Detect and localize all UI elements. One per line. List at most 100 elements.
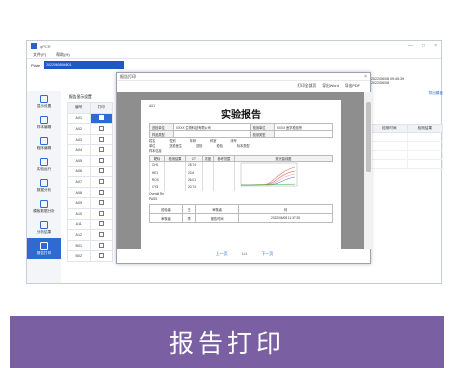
well-row[interactable]: B01 bbox=[67, 239, 113, 252]
plate-barcode-field[interactable]: 2022060894601 bbox=[44, 61, 125, 69]
print-checkbox[interactable] bbox=[98, 157, 104, 163]
well-row[interactable]: A10 bbox=[67, 207, 113, 220]
amplification-curve-icon bbox=[240, 162, 298, 187]
sidebar-item-label: 实验运行 bbox=[36, 166, 52, 171]
well-row[interactable]: A04 bbox=[67, 144, 113, 156]
print-checkbox[interactable] bbox=[98, 125, 104, 131]
sidebar-item-label: 样本编辑 bbox=[36, 124, 52, 129]
print-checkbox[interactable] bbox=[98, 210, 104, 216]
info-value bbox=[173, 130, 251, 138]
prev-page-link[interactable]: 上一页 bbox=[216, 251, 228, 257]
menu-bar: 文件(F) 帮助(H) bbox=[27, 51, 441, 59]
print-checkbox[interactable] bbox=[98, 178, 104, 184]
print-checkbox[interactable] bbox=[98, 147, 104, 153]
preview-scrollbar[interactable] bbox=[364, 92, 372, 249]
info-label: 样品类型 bbox=[149, 130, 174, 138]
result-cell bbox=[406, 132, 443, 142]
info-value: XXXX 医学检验所 bbox=[273, 123, 334, 131]
well-row[interactable]: A05 bbox=[67, 154, 113, 167]
print-all-button[interactable]: 打印全部页 bbox=[297, 84, 316, 89]
well-row[interactable]: A07 bbox=[67, 176, 113, 188]
page-indicator: 1/1 bbox=[241, 251, 248, 256]
sidebar-item[interactable]: 程序编辑 bbox=[27, 133, 61, 154]
print-checkbox[interactable] bbox=[98, 253, 104, 259]
app-logo-icon bbox=[31, 43, 37, 49]
results-cell: 26.01 bbox=[185, 176, 203, 184]
well-print-cell bbox=[89, 144, 113, 156]
well-row[interactable]: B02 bbox=[67, 250, 113, 262]
close-icon[interactable]: × bbox=[434, 43, 437, 49]
export-pdf-button[interactable]: 导出PDF bbox=[345, 84, 360, 89]
info-label: 检测单位 bbox=[249, 123, 275, 131]
info-label: 检测类型 bbox=[249, 130, 275, 138]
well-id: A09 bbox=[67, 197, 91, 209]
well-row[interactable]: A08 bbox=[67, 186, 113, 199]
well-id: A11 bbox=[67, 218, 91, 231]
sidebar-item[interactable]: 样本编辑 bbox=[27, 112, 61, 133]
well-row[interactable]: A03 bbox=[67, 133, 113, 146]
print-checkbox[interactable] bbox=[98, 242, 104, 248]
well-print-cell bbox=[89, 112, 113, 125]
results-cell bbox=[164, 168, 186, 177]
export-word-button[interactable]: 导出Word bbox=[322, 84, 339, 89]
print-checkbox[interactable] bbox=[98, 168, 104, 174]
report-title: 实验报告 bbox=[221, 110, 261, 121]
next-page-link[interactable]: 下一页 bbox=[261, 251, 273, 257]
sidebar-item-icon bbox=[40, 157, 48, 166]
sidebar-item-icon bbox=[40, 220, 48, 229]
screenshot-stage: qPCR — □ × 文件(F) 帮助(H) Plate 20220608946… bbox=[0, 0, 454, 368]
well-id: B02 bbox=[67, 250, 91, 262]
well-id: A02 bbox=[67, 123, 91, 135]
document-preview[interactable]: A01 实验报告 送检单位 XXXX 生物科技有限公司 检测单位 XXXX 医学… bbox=[117, 92, 364, 249]
signature-table: 检验者 王 审核者 何 审核者 李 报告时间 2022/06/08 11:37:… bbox=[148, 204, 333, 223]
menu-file[interactable]: 文件(F) bbox=[33, 52, 46, 58]
report-info-table: 送检单位 XXXX 生物科技有限公司 检测单位 XXXX 医学检验所 样品类型 … bbox=[149, 123, 334, 138]
well-row[interactable]: A06 bbox=[67, 165, 113, 178]
sidebar-item[interactable]: 报告打印 bbox=[27, 238, 61, 259]
maximize-icon[interactable]: □ bbox=[422, 43, 425, 49]
dialog-title-bar: 报告打印 × bbox=[117, 73, 370, 81]
print-checkbox[interactable] bbox=[98, 115, 104, 121]
menu-help[interactable]: 帮助(H) bbox=[56, 52, 70, 58]
well-row[interactable]: A02 bbox=[67, 123, 113, 135]
print-checkbox[interactable] bbox=[98, 231, 104, 237]
fluorescence-curve bbox=[233, 161, 333, 191]
well-id: B01 bbox=[67, 239, 91, 252]
well-print-cell bbox=[89, 133, 113, 146]
sidebar: 显示设置样本编辑程序编辑实验运行数据分析 模板数据分析 分析结果 报告打印 bbox=[27, 91, 61, 283]
minimize-icon[interactable]: — bbox=[408, 43, 413, 49]
sample-info-heading: 样本信息 bbox=[149, 149, 162, 153]
title-bar: qPCR — □ × bbox=[27, 41, 441, 51]
well-row[interactable]: A09 bbox=[67, 197, 113, 209]
sidebar-item[interactable]: 显示设置 bbox=[27, 91, 61, 112]
sidebar-item[interactable]: 数据分析 bbox=[27, 175, 61, 196]
well-id: A07 bbox=[67, 176, 91, 188]
print-checkbox[interactable] bbox=[98, 200, 104, 206]
results-cell: CY5 bbox=[148, 183, 165, 191]
well-table: 编号 打印 A01 A02 A03 A04 A05 A06 A07 A08 A09 A10 A11 A… bbox=[67, 102, 113, 262]
result-cell bbox=[371, 132, 408, 142]
print-checkbox[interactable] bbox=[98, 189, 104, 195]
result-cell bbox=[371, 141, 408, 151]
dialog-close-icon[interactable]: × bbox=[364, 74, 367, 80]
well-id: A04 bbox=[67, 144, 91, 156]
sidebar-item[interactable]: 分析结果 bbox=[27, 217, 61, 238]
sidebar-item[interactable]: 模板数据分析 bbox=[27, 196, 61, 217]
well-row[interactable]: A01 bbox=[67, 112, 113, 125]
print-checkbox[interactable] bbox=[98, 221, 104, 227]
well-row[interactable]: A11 bbox=[67, 218, 113, 231]
well-row[interactable]: A12 bbox=[67, 229, 113, 241]
well-panel-title: 报告显示设置 bbox=[69, 95, 92, 99]
results-cell bbox=[164, 161, 186, 169]
patient-field: 送检 bbox=[196, 144, 203, 148]
window-controls: — □ × bbox=[408, 43, 437, 49]
sidebar-item[interactable]: 实验运行 bbox=[27, 154, 61, 175]
results-cell bbox=[212, 168, 235, 177]
print-checkbox[interactable] bbox=[98, 136, 104, 142]
export-template-link[interactable]: 导出模板 bbox=[371, 91, 443, 96]
sign-label: 审核者 bbox=[148, 213, 184, 223]
sign-value: 2022/06/08 11:37:25 bbox=[238, 213, 333, 223]
results-cell bbox=[164, 183, 186, 191]
scrollbar-thumb[interactable] bbox=[365, 102, 371, 172]
caption-banner: 报告打印 bbox=[10, 316, 444, 368]
